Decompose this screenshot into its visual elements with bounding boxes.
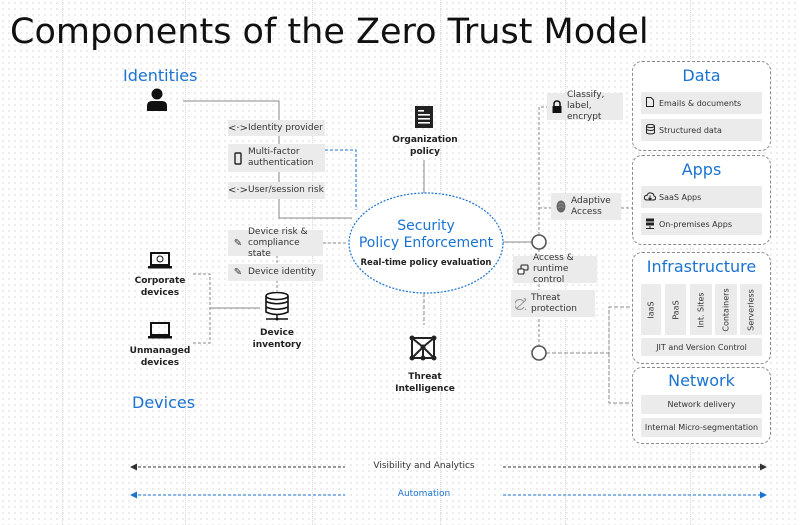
network-panel: Network Network delivery Internal Micro-… [632,367,771,444]
infra-column: Serverless [740,284,762,335]
data-panel: Data Emails & documents Structured data [632,61,771,151]
mfa-box: Multi-factor authentication [228,144,325,172]
data-item-label: Structured data [659,125,722,135]
threat-protection-box: Threat protection [511,290,595,317]
device-risk-label: Device risk & compliance state [248,226,308,259]
data-item: Emails & documents [641,92,762,114]
identity-provider-box: <·> Identity provider [228,120,325,136]
document-icon [641,97,659,109]
lock-icon [547,100,567,113]
policy-document-icon [415,106,433,133]
apps-item-label: On-premises Apps [659,219,732,229]
apps-item-label: SaaS Apps [659,192,702,202]
classify-box: Classify, label, encrypt [547,90,623,122]
network-panel-title: Network [668,371,735,390]
mfa-label: Multi-factor authentication [248,147,314,168]
server-icon [641,218,659,231]
database-server-icon [262,291,292,327]
enforcement-title-line2: Policy Enforcement [358,235,494,251]
arrowhead-left [130,463,137,471]
infra-column: IaaS [641,284,661,335]
adaptive-access-label: Adaptive Access [571,195,611,217]
infrastructure-panel: Infrastructure IaaS PaaS Int. Sites Cont… [632,252,771,364]
network-item: Network delivery [641,395,762,414]
junction-circle [531,234,547,250]
corporate-devices-label: Corporate devices [134,276,186,298]
visibility-analytics-label: Visibility and Analytics [373,461,475,471]
laptop-icon [147,322,173,345]
organization-policy-label: Organization policy [392,135,458,157]
network-item: Internal Micro-segmentation [641,418,762,437]
data-panel-title: Data [682,66,721,85]
infra-column-label: PaaS [671,299,680,320]
infrastructure-panel-title: Infrastructure [646,257,757,276]
adaptive-access-box: Adaptive Access [551,193,621,220]
enforcement-title-line1: Security [397,218,455,234]
junction-circle [531,345,547,361]
unmanaged-devices-label: Unmanaged devices [129,346,191,368]
access-runtime-label: Access & runtime control [533,253,574,285]
data-item: Structured data [641,119,762,141]
infra-column-label: IaaS [646,300,656,319]
arrowhead-right [760,491,767,499]
code-arrows-icon: <·> [228,185,248,196]
classify-label: Classify, label, encrypt [567,90,605,122]
devices-bracket [193,273,211,344]
access-runtime-box: Access & runtime control [513,253,597,285]
code-arrows-icon: <·> [228,122,248,134]
person-icon [146,88,168,117]
network-connector [608,353,632,404]
infra-column-label: Serverless [746,288,756,331]
infra-column: Int. Sites [690,284,712,335]
arrowhead-left [130,491,137,499]
apps-panel: Apps SaaS Apps On-premises Apps [632,155,771,245]
enforcement-subtitle: Real-time policy evaluation [360,258,492,268]
data-item-label: Emails & documents [659,98,742,108]
fingerprint-icon [551,200,571,213]
apps-item: SaaS Apps [641,186,762,208]
user-session-risk-box: <·> User/session risk [228,182,325,199]
automation-label: Automation [397,489,451,499]
device-identity-box: ✎ Device identity [228,264,323,281]
classify-connector [538,106,548,235]
identity-provider-label: Identity provider [248,122,323,133]
apps-panel-title: Apps [681,160,722,179]
device-identity-label: Device identity [248,267,316,277]
pencil-icon: ✎ [233,267,243,278]
corporate-laptop-icon [147,252,173,275]
section-identities: Identities [123,66,198,85]
infra-column: Containers [715,284,737,335]
mfa-connector [325,149,357,210]
infra-column: PaaS [665,284,686,335]
arrowhead-right [760,463,767,471]
infra-column-label: Int. Sites [696,291,706,328]
network-cube-icon [407,333,439,368]
section-devices: Devices [132,393,196,412]
infra-column-label: Containers [721,287,731,332]
threat-protection-label: Threat protection [531,292,577,314]
database-icon [641,123,659,137]
radar-icon [511,297,531,310]
page-title: Components of the Zero Trust Model [10,12,649,52]
user-session-risk-label: User/session risk [248,185,324,195]
device-risk-box: ✎ Device risk & compliance state [228,227,323,259]
devices-icon [513,263,533,276]
enforcement-title: Security Policy Enforcement [350,218,502,252]
mobile-phone-icon [228,151,248,165]
infra-footer: JIT and Version Control [641,338,762,356]
apps-item: On-premises Apps [641,213,762,235]
cloud-icon [641,191,659,203]
pencil-icon: ✎ [233,237,243,249]
device-inventory-label: Device inventory [252,328,302,350]
threat-intelligence-label: Threat Intelligence [395,372,455,394]
